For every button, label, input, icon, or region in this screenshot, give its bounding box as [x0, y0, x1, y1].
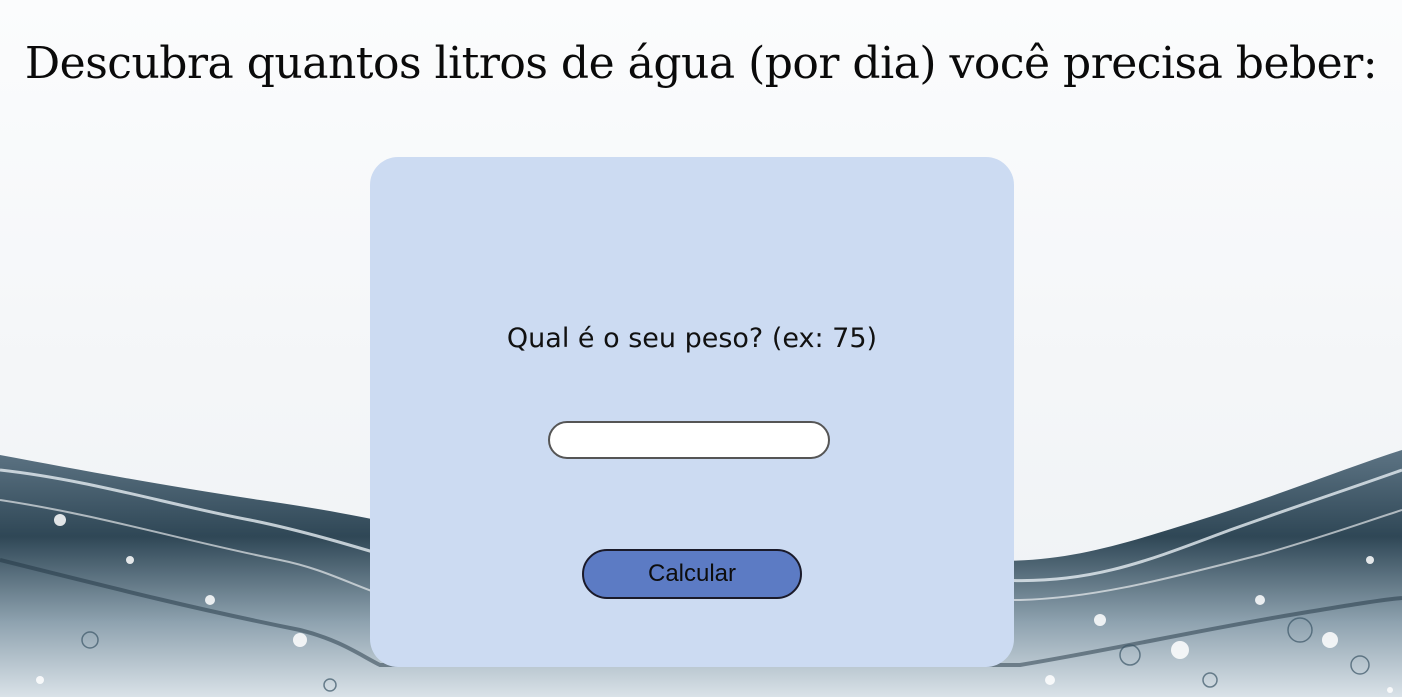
- calculator-card: Qual é o seu peso? (ex: 75) Calcular: [370, 157, 1014, 667]
- calculate-button[interactable]: Calcular: [582, 549, 802, 599]
- weight-question-label: Qual é o seu peso? (ex: 75): [506, 323, 878, 354]
- page-title: Descubra quantos litros de água (por dia…: [24, 38, 1378, 89]
- weight-input[interactable]: [548, 421, 830, 459]
